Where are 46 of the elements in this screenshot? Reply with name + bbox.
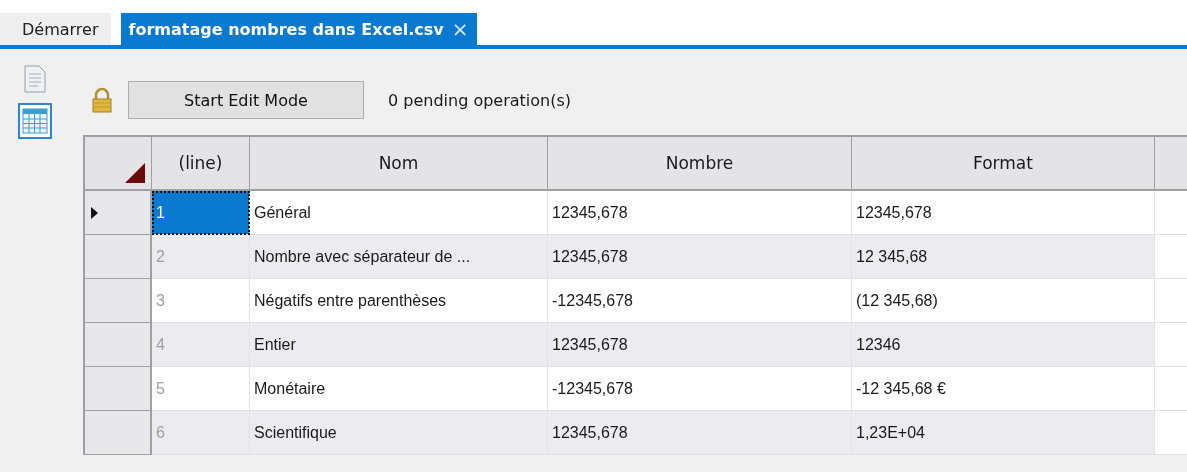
table-cell: 12346 xyxy=(852,323,1155,367)
table-cell: 12345,678 xyxy=(548,191,852,235)
line-number: 3 xyxy=(152,279,250,323)
tab-label: formatage nombres dans Excel.csv xyxy=(128,19,444,39)
table-cell: -12345,678 xyxy=(548,279,852,323)
table-cell: 12345,678 xyxy=(852,191,1155,235)
table-cell: 1,23E+04 xyxy=(852,411,1155,455)
table-cell: Entier xyxy=(250,323,548,367)
view-button[interactable] xyxy=(18,103,52,139)
table-cell: Nombre avec séparateur de ... xyxy=(250,235,548,279)
start-edit-mode-button[interactable]: Start Edit Mode xyxy=(128,81,364,119)
line-number: 2 xyxy=(152,235,250,279)
table-cell: -12 345,68 € xyxy=(852,367,1155,411)
row-header[interactable] xyxy=(85,411,152,455)
line-number: 5 xyxy=(152,367,250,411)
column-header[interactable]: Format xyxy=(852,137,1155,191)
tab-label: Démarrer xyxy=(22,19,99,39)
line-number: 4 xyxy=(152,323,250,367)
current-row-arrow-icon xyxy=(91,206,98,219)
table-cell: 12 345,68 xyxy=(852,235,1155,279)
table-cell: (12 345,68) xyxy=(852,279,1155,323)
row-header[interactable] xyxy=(85,235,152,279)
corner-triangle-icon xyxy=(125,163,145,183)
close-icon[interactable]: × xyxy=(451,17,469,41)
row-header[interactable] xyxy=(85,323,152,367)
column-header[interactable]: Nombre xyxy=(548,137,852,191)
table-cell: 12345,678 xyxy=(548,235,852,279)
line-number: 1 xyxy=(152,191,250,235)
tab[interactable]: Démarrer xyxy=(0,13,111,45)
corner-header[interactable] xyxy=(85,137,152,191)
pending-operations-status: 0 pending operation(s) xyxy=(388,90,572,110)
line-number: 6 xyxy=(152,411,250,455)
column-header[interactable]: Nom xyxy=(250,137,548,191)
column-header[interactable]: (line) xyxy=(152,137,250,191)
table-cell: Scientifique xyxy=(250,411,548,455)
table-cell: -12345,678 xyxy=(548,367,852,411)
table-cell: 12345,678 xyxy=(548,411,852,455)
table-cell: Monétaire xyxy=(250,367,548,411)
table-cell: Général xyxy=(250,191,548,235)
table-cell: Négatifs entre parenthèses xyxy=(250,279,548,323)
row-header[interactable] xyxy=(85,367,152,411)
table-cell: 12345,678 xyxy=(548,323,852,367)
table-icon xyxy=(22,108,48,134)
row-header[interactable] xyxy=(85,279,152,323)
tab[interactable]: formatage nombres dans Excel.csv × xyxy=(120,13,477,45)
document-icon xyxy=(24,65,46,93)
